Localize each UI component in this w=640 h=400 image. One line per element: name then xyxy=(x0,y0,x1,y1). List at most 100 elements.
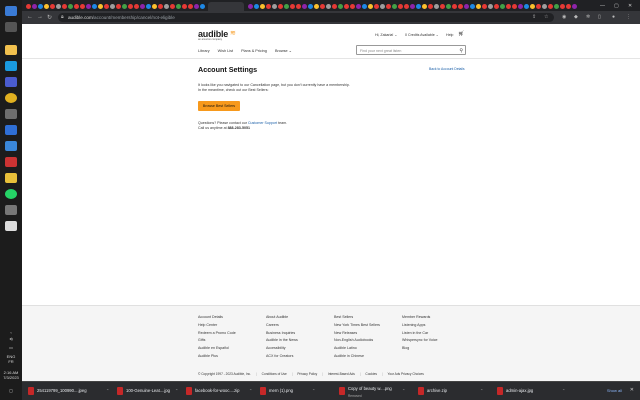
tab-favicon-icon[interactable] xyxy=(164,4,169,9)
tab-favicon-icon[interactable] xyxy=(404,4,409,9)
tab-favicon-icon[interactable] xyxy=(194,4,199,9)
profile-avatar-icon[interactable]: ● xyxy=(612,14,615,20)
tab-favicon-icon[interactable] xyxy=(266,4,271,9)
download-item[interactable]: admin-ajax.jpg ⌃ xyxy=(497,385,577,398)
tab-favicon-icon[interactable] xyxy=(458,4,463,9)
minimize-icon[interactable]: — xyxy=(600,3,605,9)
tab-favicon-icon[interactable] xyxy=(254,4,259,9)
tab-favicon-icon[interactable] xyxy=(314,4,319,9)
sidebar-icon[interactable]: ▯ xyxy=(598,14,601,20)
account-greeting[interactable]: Hi, Zakaria! ⌄ xyxy=(375,33,397,37)
tab-favicon-icon[interactable] xyxy=(386,4,391,9)
footer-link[interactable]: Whispersync for Voice xyxy=(402,337,438,345)
footer-link[interactable]: Careers xyxy=(266,322,298,330)
footer-link[interactable]: Gifts xyxy=(198,337,236,345)
tab-favicon-icon[interactable] xyxy=(512,4,517,9)
download-item[interactable]: Copy of beauty w....png Removed ⌃ xyxy=(339,385,415,398)
tab-favicon-icon[interactable] xyxy=(50,4,55,9)
tab-favicon-icon[interactable] xyxy=(536,4,541,9)
tab-favicon-icon[interactable] xyxy=(74,4,79,9)
footer-link[interactable]: Redeem a Promo Code xyxy=(198,330,236,338)
tab-favicon-icon[interactable] xyxy=(272,4,277,9)
footer-link[interactable]: New York Times Best Sellers xyxy=(334,322,380,330)
customer-support-link[interactable]: Customer Support xyxy=(248,121,277,125)
chevron-up-icon[interactable]: ⌃ xyxy=(562,388,565,393)
cookies-link[interactable]: Cookies xyxy=(365,372,377,376)
tab-favicon-icon[interactable] xyxy=(452,4,457,9)
footer-link[interactable]: New Releases xyxy=(334,330,380,338)
app-icon[interactable] xyxy=(5,221,17,231)
tab-favicon-icon[interactable] xyxy=(500,4,505,9)
footer-link[interactable]: Listen in the Car xyxy=(402,330,438,338)
footer-link[interactable]: Business Inquiries xyxy=(266,330,298,338)
tab-favicon-icon[interactable] xyxy=(344,4,349,9)
tab-favicon-icon[interactable] xyxy=(110,4,115,9)
download-item[interactable]: 254119799_100990....jpeg ⌃ xyxy=(28,385,112,398)
tab-favicon-icon[interactable] xyxy=(518,4,523,9)
tab-favicon-icon[interactable] xyxy=(308,4,313,9)
nav-wish-list[interactable]: Wish List xyxy=(218,49,233,53)
tab-favicon-icon[interactable] xyxy=(554,4,559,9)
tab-favicon-icon[interactable] xyxy=(104,4,109,9)
download-item[interactable]: 100-Genuine-Leat....jpg ⌃ xyxy=(117,385,187,398)
footer-link[interactable]: Listening Apps xyxy=(402,322,438,330)
download-item[interactable]: archive.zip ⌃ xyxy=(418,385,484,398)
tab-favicon-icon[interactable] xyxy=(428,4,433,9)
download-item[interactable]: facebook-for-wooc....zip ⌃ xyxy=(186,385,270,398)
skype-icon[interactable] xyxy=(5,61,17,71)
tab-favicon-icon[interactable] xyxy=(530,4,535,9)
tab-favicon-icon[interactable] xyxy=(38,4,43,9)
tab-active[interactable] xyxy=(208,2,244,11)
app-icon[interactable] xyxy=(5,125,17,135)
reload-icon[interactable]: ↻ xyxy=(47,14,52,21)
notification-icon[interactable]: ▢ xyxy=(0,388,22,393)
privacy-link[interactable]: Privacy Policy xyxy=(297,372,317,376)
footer-link[interactable]: Audible en Español xyxy=(198,345,236,353)
tab-favicon-icon[interactable] xyxy=(488,4,493,9)
app-icon[interactable] xyxy=(5,77,17,87)
tab-favicon-icon[interactable] xyxy=(392,4,397,9)
tab-favicon-icon[interactable] xyxy=(470,4,475,9)
help-link[interactable]: Help xyxy=(446,33,453,37)
tab-favicon-icon[interactable] xyxy=(548,4,553,9)
footer-link[interactable]: Audible in the News xyxy=(266,337,298,345)
footer-link[interactable]: Best Sellers xyxy=(334,314,380,322)
tab-favicon-icon[interactable] xyxy=(326,4,331,9)
tab-favicon-icon[interactable] xyxy=(416,4,421,9)
forward-icon[interactable]: → xyxy=(37,14,43,20)
ads-privacy-link[interactable]: Your Ads Privacy Choices xyxy=(388,372,424,376)
tab-favicon-icon[interactable] xyxy=(248,4,253,9)
tab-favicon-icon[interactable] xyxy=(140,4,145,9)
tab-favicon-icon[interactable] xyxy=(464,4,469,9)
chevron-up-icon[interactable]: ⌃ xyxy=(106,388,109,393)
menu-icon[interactable]: ⋮ xyxy=(626,14,631,20)
nav-library[interactable]: Library xyxy=(198,49,210,53)
tab-favicon-icon[interactable] xyxy=(284,4,289,9)
tab-favicon-icon[interactable] xyxy=(176,4,181,9)
tab-favicon-icon[interactable] xyxy=(398,4,403,9)
tab-favicon-icon[interactable] xyxy=(290,4,295,9)
chevron-up-icon[interactable]: ⌃ xyxy=(312,388,315,393)
tab-favicon-icon[interactable] xyxy=(32,4,37,9)
close-icon[interactable]: ✕ xyxy=(630,387,634,393)
tab-favicon-icon[interactable] xyxy=(338,4,343,9)
language-indicator[interactable]: ENG FR xyxy=(0,354,22,364)
shield-icon[interactable] xyxy=(5,141,17,151)
chevron-up-icon[interactable]: ⌃ xyxy=(480,388,483,393)
search-icon[interactable]: ⚲ xyxy=(459,48,463,54)
footer-link[interactable]: Audible in Chinese xyxy=(334,353,380,361)
tab-favicon-icon[interactable] xyxy=(410,4,415,9)
tab-favicon-icon[interactable] xyxy=(26,4,31,9)
tab-favicon-icon[interactable] xyxy=(86,4,91,9)
download-item[interactable]: mern (1).png ⌃ xyxy=(260,385,320,398)
app-icon[interactable] xyxy=(5,109,17,119)
tab-favicon-icon[interactable] xyxy=(320,4,325,9)
tab-favicon-icon[interactable] xyxy=(188,4,193,9)
tab-favicon-icon[interactable] xyxy=(434,4,439,9)
tab-favicon-icon[interactable] xyxy=(476,4,481,9)
tab-favicon-icon[interactable] xyxy=(368,4,373,9)
tab-favicon-icon[interactable] xyxy=(296,4,301,9)
tray-chevron-icon[interactable]: ‹ xyxy=(0,330,22,335)
volume-icon[interactable]: ◂) xyxy=(0,336,22,341)
footer-link[interactable]: Audible Latino xyxy=(334,345,380,353)
